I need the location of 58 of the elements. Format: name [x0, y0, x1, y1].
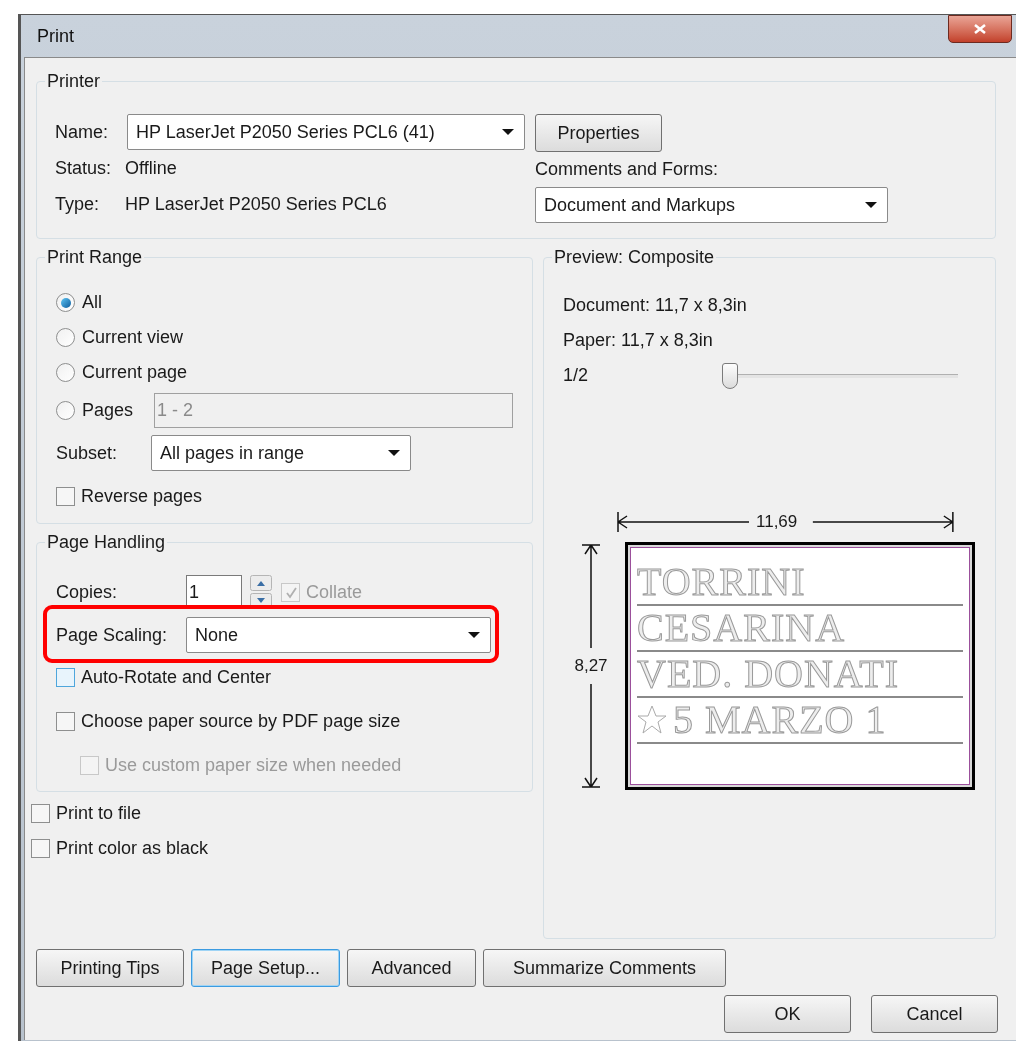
close-button[interactable]	[948, 15, 1012, 43]
checkbox[interactable]	[56, 486, 75, 506]
button[interactable]: Printing Tips	[36, 949, 184, 987]
button[interactable]: Page Setup...	[191, 949, 340, 987]
preview-text: CESARINA	[637, 606, 846, 650]
radio-label: All	[82, 291, 102, 314]
checkbox-label: Print to file	[56, 802, 142, 825]
dropdown[interactable]: Document and Markups	[535, 187, 888, 223]
dropdown[interactable]: HP LaserJet P2050 Series PCL6 (41)	[127, 114, 525, 150]
field-label: Copies:	[56, 580, 119, 604]
radio-label: Pages	[82, 398, 135, 422]
field-label: Comments and Forms:	[535, 158, 720, 181]
checkbox-label: Collate	[306, 580, 363, 604]
button[interactable]: Advanced	[347, 949, 476, 987]
field-label: Status:	[55, 156, 113, 180]
field-label: Subset:	[56, 441, 119, 465]
caret-icon	[468, 632, 480, 638]
dimension-label: 8,27	[574, 655, 608, 677]
button[interactable]: Properties	[535, 114, 662, 152]
star-icon	[637, 705, 667, 735]
field-label: Type:	[55, 192, 101, 216]
checkbox[interactable]	[31, 804, 50, 823]
checkbox[interactable]	[56, 667, 75, 687]
checkbox-label: Use custom paper size when needed	[105, 753, 402, 777]
button[interactable]: Cancel	[871, 995, 998, 1033]
window-title: Print	[37, 24, 74, 48]
dropdown[interactable]: All pages in range	[151, 435, 411, 471]
checkbox[interactable]	[31, 839, 50, 858]
close-icon	[973, 23, 987, 35]
dimension-label: 11,69	[755, 511, 799, 534]
field-value: Offline	[125, 156, 177, 180]
radio-button[interactable]	[56, 328, 75, 347]
document-size-text: Document: 11,7 x 8,3in	[563, 294, 748, 317]
page-number-text: 1/2	[563, 364, 590, 387]
caret-icon	[388, 450, 400, 456]
preview-text: 5 MARZO 1	[673, 698, 887, 742]
paper-size-text: Paper: 11,7 x 8,3in	[563, 329, 714, 352]
caret-icon	[865, 202, 877, 208]
slider-thumb[interactable]	[722, 362, 739, 389]
radio-button[interactable]	[56, 293, 75, 312]
button[interactable]: OK	[724, 995, 851, 1033]
field-label: Name:	[55, 120, 109, 144]
checkbox[interactable]	[56, 711, 75, 731]
caret-icon	[502, 129, 514, 135]
radio-label: Current page	[82, 361, 188, 384]
button[interactable]: Summarize Comments	[483, 949, 726, 987]
field-value: HP LaserJet P2050 Series PCL6	[125, 192, 387, 216]
preview-text: VED. DONATI	[637, 652, 900, 696]
field-label: Page Scaling:	[56, 623, 169, 647]
preview-text: TORRINI	[637, 560, 806, 604]
dropdown[interactable]: None	[186, 617, 491, 653]
radio-button[interactable]	[56, 363, 75, 382]
radio-label: Current view	[82, 326, 184, 349]
checkbox-label: Auto-Rotate and Center	[81, 665, 272, 689]
radio-button[interactable]	[56, 400, 75, 420]
checkbox-label: Choose paper source by PDF page size	[81, 709, 401, 733]
checkbox-label: Print color as black	[56, 837, 209, 860]
checkbox-label: Reverse pages	[81, 484, 203, 508]
